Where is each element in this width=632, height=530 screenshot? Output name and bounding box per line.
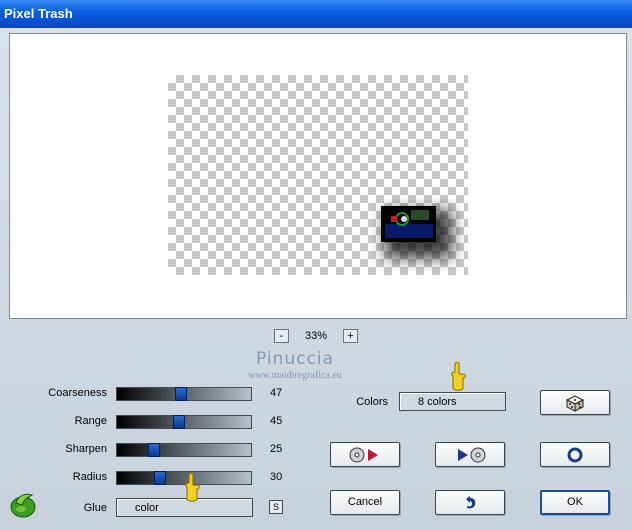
zoom-out-button[interactable]: -: [274, 329, 289, 343]
glue-label: Glue: [83, 502, 107, 514]
zoom-in-button[interactable]: +: [343, 329, 358, 343]
watermark-url: www.maidiregrafica.eu: [248, 370, 342, 381]
sharpen-value: 25: [270, 443, 283, 455]
colors-select[interactable]: 8 colors: [399, 392, 506, 411]
radius-slider-thumb[interactable]: [154, 471, 166, 485]
sharpen-slider-thumb[interactable]: [148, 443, 160, 457]
coarseness-slider-thumb[interactable]: [175, 387, 187, 401]
disc-play-icon: [349, 447, 378, 463]
coarseness-label: Coarseness: [48, 387, 107, 399]
undo-button[interactable]: [435, 490, 505, 515]
randomize-button[interactable]: [540, 390, 610, 415]
preview-image: [381, 206, 436, 242]
range-slider[interactable]: [116, 415, 252, 429]
undo-arrow-icon: [466, 496, 476, 509]
colors-label: Colors: [356, 396, 388, 408]
glue-s-button[interactable]: S: [269, 500, 283, 514]
play-disc-icon: [458, 447, 486, 463]
transparency-checkerboard: [168, 75, 468, 275]
cancel-button[interactable]: Cancel: [330, 490, 400, 515]
play-back-button[interactable]: [435, 442, 505, 467]
sharpen-slider[interactable]: [116, 443, 252, 457]
coarseness-value: 47: [270, 387, 283, 399]
watermark: Pinuccia www.maidiregrafica.eu: [230, 349, 360, 381]
range-slider-thumb[interactable]: [173, 415, 185, 429]
range-value: 45: [270, 415, 283, 427]
coarseness-slider[interactable]: [116, 387, 252, 401]
play-forward-button[interactable]: [330, 442, 400, 467]
radius-label: Radius: [72, 471, 107, 483]
ring-icon: [567, 447, 583, 463]
preview-panel[interactable]: [9, 33, 627, 319]
ok-button[interactable]: OK: [540, 490, 610, 515]
radius-value: 30: [270, 471, 283, 483]
pointing-finger-icon: [185, 473, 200, 502]
dice-icon: [565, 395, 585, 412]
sharpen-label: Sharpen: [65, 443, 107, 455]
zoom-level: 33%: [305, 330, 328, 342]
watermark-name: Pinuccia: [256, 349, 334, 369]
window-title: Pixel Trash: [0, 0, 632, 28]
pointing-finger-icon: [451, 362, 466, 391]
range-label: Range: [74, 415, 107, 427]
leaf-logo-icon: [10, 493, 36, 518]
reset-button[interactable]: [540, 442, 610, 467]
